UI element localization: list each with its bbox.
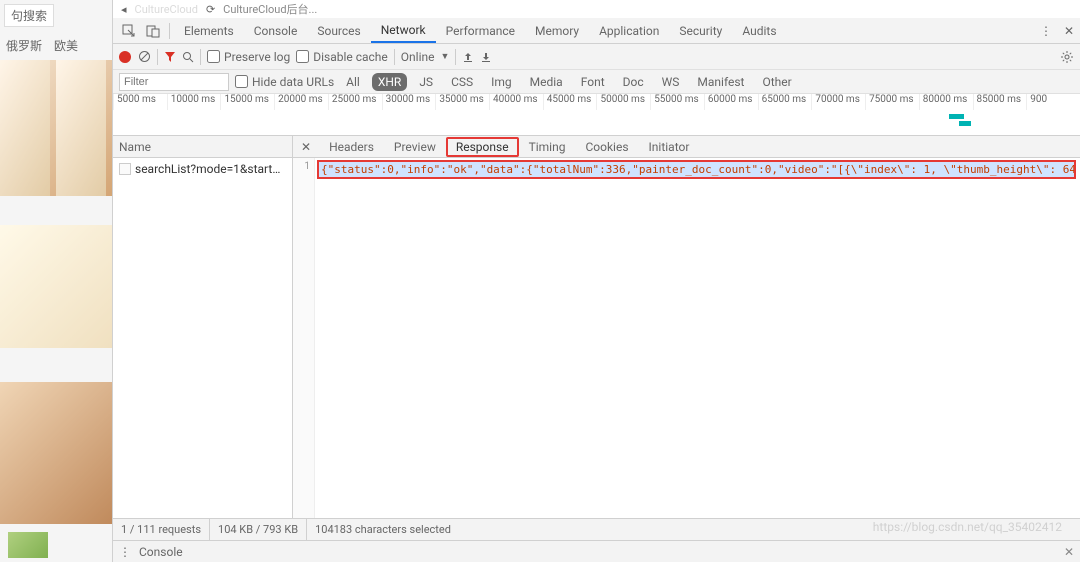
thumbnail-image[interactable] xyxy=(8,532,48,558)
clear-icon[interactable] xyxy=(137,50,151,64)
request-name: searchList?mode=1&start=48... xyxy=(135,162,286,176)
request-detail-panel: ✕ Headers Preview Response Timing Cookie… xyxy=(293,136,1080,518)
close-devtools-icon[interactable]: ✕ xyxy=(1058,24,1080,38)
refresh-icon[interactable]: ⟳ xyxy=(206,3,215,16)
network-toolbar: Preserve log Disable cache Online ▼ xyxy=(113,44,1080,70)
divider xyxy=(200,49,201,65)
hide-data-urls-checkbox[interactable]: Hide data URLs xyxy=(235,75,334,89)
divider xyxy=(394,49,395,65)
detail-tab-response[interactable]: Response xyxy=(446,137,519,157)
inspect-element-icon[interactable] xyxy=(121,23,137,39)
devtools-tab-elements[interactable]: Elements xyxy=(174,18,244,43)
filter-bar: Hide data URLs All XHR JS CSS Img Media … xyxy=(113,70,1080,94)
request-row[interactable]: searchList?mode=1&start=48... xyxy=(113,158,292,180)
disable-cache-checkbox[interactable]: Disable cache xyxy=(296,50,388,64)
status-selected: 104183 characters selected xyxy=(307,519,459,540)
filter-icon[interactable] xyxy=(164,51,176,63)
close-drawer-icon[interactable]: ✕ xyxy=(1064,545,1074,559)
category-link-2[interactable]: 欧美 xyxy=(54,37,78,54)
gear-icon[interactable] xyxy=(1060,50,1074,64)
divider xyxy=(157,49,158,65)
timeline-ticks: 5000 ms 10000 ms 15000 ms 20000 ms 25000… xyxy=(113,94,1080,110)
response-json-text[interactable]: {"status":0,"info":"ok","data":{"totalNu… xyxy=(317,160,1076,179)
response-body[interactable]: 1 {"status":0,"info":"ok","data":{"total… xyxy=(293,158,1080,518)
back-icon[interactable]: ◂ xyxy=(121,3,127,16)
console-menu-icon[interactable]: ⋮ xyxy=(119,545,131,559)
devtools-tab-sources[interactable]: Sources xyxy=(307,18,370,43)
devtools-tab-console[interactable]: Console xyxy=(244,18,308,43)
kebab-menu-icon[interactable]: ⋮ xyxy=(1034,24,1058,38)
dropdown-icon[interactable]: ▼ xyxy=(441,51,450,62)
filter-type-css[interactable]: CSS xyxy=(445,73,479,91)
devtools-tab-bar: Elements Console Sources Network Perform… xyxy=(113,18,1080,44)
page-breadcrumb: ◂ CultureCloud ⟳ CultureCloud后台... xyxy=(113,0,1080,18)
devtools-tab-network[interactable]: Network xyxy=(371,18,436,43)
filter-type-other[interactable]: Other xyxy=(756,73,797,91)
waterfall-overview[interactable]: 5000 ms 10000 ms 15000 ms 20000 ms 25000… xyxy=(113,94,1080,136)
status-transfer: 104 KB / 793 KB xyxy=(210,519,307,540)
devtools-tab-performance[interactable]: Performance xyxy=(436,18,525,43)
preserve-log-checkbox[interactable]: Preserve log xyxy=(207,50,290,64)
upload-icon[interactable] xyxy=(462,51,474,63)
thumbnail-image[interactable] xyxy=(0,382,112,524)
device-toolbar-icon[interactable] xyxy=(145,23,161,39)
filter-type-xhr[interactable]: XHR xyxy=(372,73,407,91)
console-drawer-label[interactable]: Console xyxy=(139,545,183,559)
breadcrumb-left: CultureCloud xyxy=(135,3,198,16)
timeline-bars xyxy=(113,110,1080,135)
breadcrumb-right: CultureCloud后台... xyxy=(223,1,317,17)
line-gutter: 1 xyxy=(293,158,315,518)
divider xyxy=(455,49,456,65)
detail-tab-cookies[interactable]: Cookies xyxy=(575,136,638,157)
detail-tab-timing[interactable]: Timing xyxy=(519,136,576,157)
throttling-select[interactable]: Online xyxy=(401,50,435,64)
filter-type-img[interactable]: Img xyxy=(485,73,518,91)
search-label: 句搜索 xyxy=(4,4,54,27)
divider xyxy=(169,23,170,39)
line-number: 1 xyxy=(293,158,314,172)
thumbnail-image[interactable] xyxy=(0,60,112,196)
detail-tab-headers[interactable]: Headers xyxy=(319,136,384,157)
devtools-tab-application[interactable]: Application xyxy=(589,18,669,43)
page-content-panel: 句搜索 俄罗斯 欧美 xyxy=(0,0,112,562)
request-name-column: Name searchList?mode=1&start=48... xyxy=(113,136,293,518)
filter-type-media[interactable]: Media xyxy=(524,73,569,91)
detail-tab-preview[interactable]: Preview xyxy=(384,136,446,157)
devtools-panel: ◂ CultureCloud ⟳ CultureCloud后台... Eleme… xyxy=(112,0,1080,562)
filter-type-font[interactable]: Font xyxy=(575,73,611,91)
filter-type-manifest[interactable]: Manifest xyxy=(691,73,750,91)
filter-type-ws[interactable]: WS xyxy=(656,73,686,91)
devtools-tab-security[interactable]: Security xyxy=(669,18,732,43)
devtools-tab-audits[interactable]: Audits xyxy=(732,18,786,43)
watermark-text: https://blog.csdn.net/qq_35402412 xyxy=(873,520,1062,534)
column-header-name[interactable]: Name xyxy=(113,136,292,158)
filter-type-doc[interactable]: Doc xyxy=(617,73,650,91)
detail-tabs: ✕ Headers Preview Response Timing Cookie… xyxy=(293,136,1080,158)
close-detail-icon[interactable]: ✕ xyxy=(293,140,319,154)
filter-input[interactable] xyxy=(119,73,229,91)
category-link-1[interactable]: 俄罗斯 xyxy=(6,37,42,54)
file-icon xyxy=(119,163,131,175)
console-drawer: ⋮ Console ✕ xyxy=(113,540,1080,562)
record-button[interactable] xyxy=(119,51,131,63)
filter-type-all[interactable]: All xyxy=(340,73,366,91)
filter-type-js[interactable]: JS xyxy=(413,73,439,91)
status-requests: 1 / 111 requests xyxy=(113,519,210,540)
search-icon[interactable] xyxy=(182,51,194,63)
thumbnail-image[interactable] xyxy=(0,225,112,348)
detail-tab-initiator[interactable]: Initiator xyxy=(639,136,700,157)
download-icon[interactable] xyxy=(480,51,492,63)
devtools-tab-memory[interactable]: Memory xyxy=(525,18,589,43)
